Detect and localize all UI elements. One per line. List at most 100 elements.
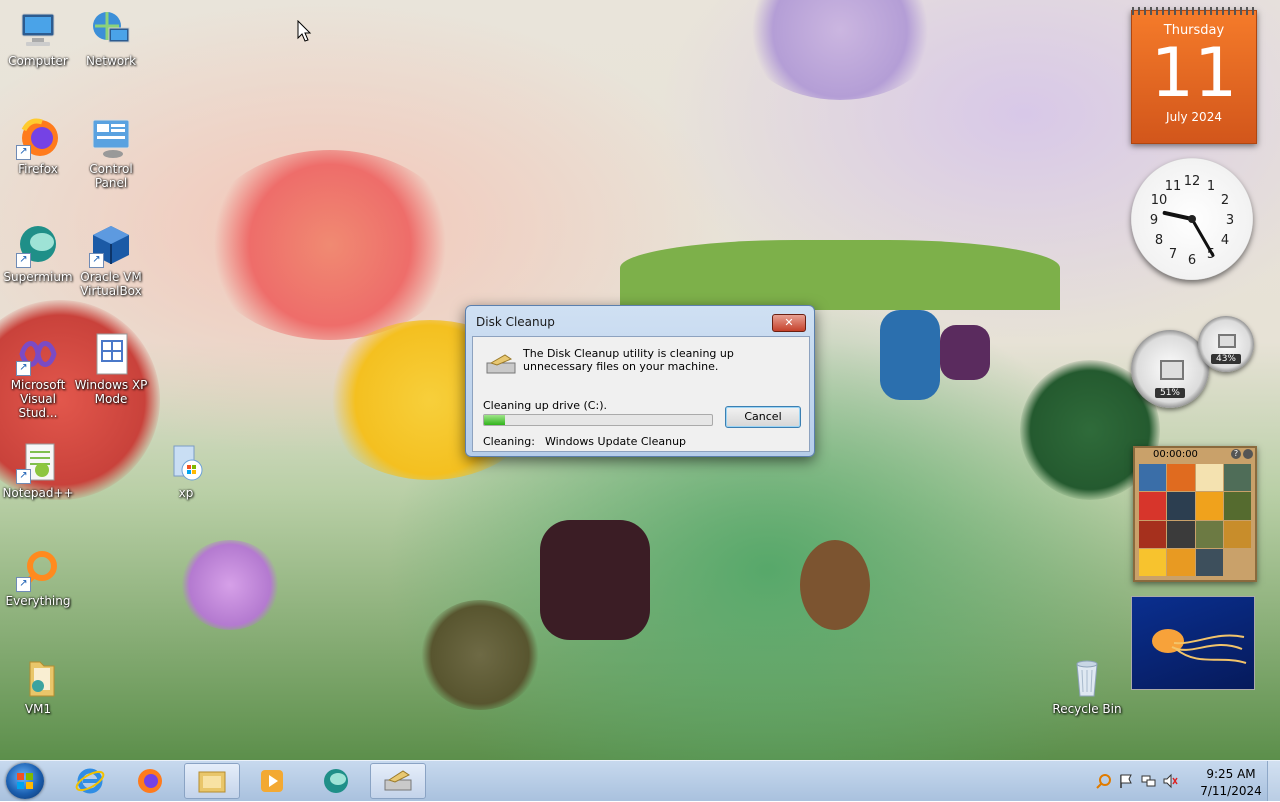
desktop-icon-virtualbox[interactable]: ↗ Oracle VM VirtualBox <box>73 224 149 298</box>
disk-cleanup-icon <box>486 354 516 374</box>
puzzle-tile[interactable] <box>1139 548 1167 576</box>
close-button[interactable]: ✕ <box>772 314 806 332</box>
puzzle-tile[interactable] <box>1167 520 1195 548</box>
puzzle-tile[interactable] <box>1223 464 1251 492</box>
dialog-message: The Disk Cleanup utility is cleaning up … <box>523 347 734 373</box>
memory-gauge-icon <box>1218 334 1236 348</box>
desktop-icon-xp-mode[interactable]: Windows XP Mode <box>73 332 149 406</box>
folder-icon <box>16 656 60 700</box>
puzzle-help-icon[interactable]: ? <box>1231 449 1241 459</box>
desktop-icon-network[interactable]: Network <box>73 8 149 68</box>
clock-hour-hand <box>1162 210 1194 221</box>
ie-icon <box>75 768 105 794</box>
desktop-icon-xp[interactable]: xp <box>148 440 224 500</box>
cpu-percent: 51% <box>1155 388 1185 398</box>
puzzle-tile[interactable] <box>1223 548 1251 576</box>
calendar-gadget[interactable]: Thursday 11 July 2024 <box>1131 7 1257 144</box>
desktop-icon-everything[interactable]: ↗ Everything <box>0 548 76 608</box>
windows-logo-icon <box>17 773 33 789</box>
cleanup-progress-bar <box>483 414 713 426</box>
svg-text:11: 11 <box>1165 179 1182 194</box>
puzzle-tile[interactable] <box>1223 520 1251 548</box>
desktop[interactable]: Computer Network ↗ Firefox Control Panel… <box>0 0 1280 760</box>
taskbar-internet-explorer[interactable] <box>62 763 118 799</box>
svg-text:1: 1 <box>1207 179 1215 194</box>
desktop-icon-vm1[interactable]: VM1 <box>0 656 76 716</box>
svg-text:10: 10 <box>1151 193 1168 208</box>
taskbar-clock[interactable]: 9:25 AM 7/11/2024 <box>1196 767 1266 798</box>
desktop-icon-computer[interactable]: Computer <box>0 8 76 68</box>
puzzle-tile[interactable] <box>1195 548 1223 576</box>
shortcut-arrow-icon: ↗ <box>16 361 31 376</box>
firefox-icon <box>138 769 162 793</box>
show-desktop-button[interactable] <box>1267 761 1280 801</box>
desktop-icon-label: Supermium <box>3 270 73 284</box>
taskbar-file-explorer[interactable] <box>184 763 240 799</box>
clock-date: 7/11/2024 <box>1200 784 1262 798</box>
puzzle-tile[interactable] <box>1139 464 1167 492</box>
supermium-icon: ↗ <box>16 224 60 268</box>
shortcut-arrow-icon: ↗ <box>16 145 31 160</box>
puzzle-tile[interactable] <box>1167 492 1195 520</box>
everything-icon: ↗ <box>16 548 60 592</box>
wallpaper-decoration <box>200 150 460 340</box>
explorer-icon <box>198 771 226 793</box>
desktop-icon-visual-studio[interactable]: ↗ Microsoft Visual Stud... <box>0 332 76 420</box>
disk-cleanup-dialog[interactable]: Disk Cleanup ✕ The Disk Cleanup utility … <box>465 305 815 457</box>
system-tray <box>1096 761 1178 801</box>
firefox-icon: ↗ <box>16 116 60 160</box>
puzzle-tile[interactable] <box>1223 492 1251 520</box>
desktop-icon-notepadpp[interactable]: ↗ Notepad++ <box>0 440 76 500</box>
puzzle-tile[interactable] <box>1195 492 1223 520</box>
volume-muted-icon[interactable] <box>1162 773 1178 789</box>
cleaning-status: Cleaning: Windows Update Cleanup <box>483 435 686 448</box>
clock-gadget[interactable]: 1212 345 678 91011 <box>1131 158 1253 280</box>
wallpaper-decoration <box>940 325 990 380</box>
media-player-icon <box>261 770 283 792</box>
notepadpp-icon: ↗ <box>16 440 60 484</box>
desktop-icon-label: VM1 <box>24 702 52 716</box>
cleaning-label: Cleaning: <box>483 435 535 448</box>
puzzle-tile[interactable] <box>1167 548 1195 576</box>
dialog-title: Disk Cleanup <box>476 315 555 329</box>
cleaning-item: Windows Update Cleanup <box>544 435 687 448</box>
action-center-flag-icon[interactable] <box>1118 773 1134 789</box>
taskbar-firefox[interactable] <box>122 763 178 799</box>
desktop-icon-label: Recycle Bin <box>1052 702 1122 716</box>
taskbar-supermium[interactable] <box>308 763 364 799</box>
puzzle-tile[interactable] <box>1139 520 1167 548</box>
wallpaper-decoration <box>180 540 280 630</box>
puzzle-tile[interactable] <box>1195 520 1223 548</box>
desktop-icon-label: Firefox <box>18 162 58 176</box>
control-panel-icon <box>89 116 133 160</box>
puzzle-tile[interactable] <box>1139 492 1167 520</box>
search-tray-icon[interactable] <box>1096 773 1112 789</box>
desktop-icon-control-panel[interactable]: Control Panel <box>73 116 149 190</box>
taskbar-disk-cleanup[interactable] <box>370 763 426 799</box>
puzzle-shuffle-icon[interactable] <box>1243 449 1253 459</box>
desktop-icon-recycle-bin[interactable]: Recycle Bin <box>1049 656 1125 716</box>
calendar-binding <box>1132 7 1256 15</box>
taskbar-media-player[interactable] <box>244 763 300 799</box>
xp-mode-icon <box>89 332 133 376</box>
network-tray-icon[interactable] <box>1140 773 1156 789</box>
cancel-button[interactable]: Cancel <box>725 406 801 428</box>
puzzle-tile[interactable] <box>1195 464 1223 492</box>
virtualbox-icon: ↗ <box>89 224 133 268</box>
desktop-icon-label: Computer <box>8 54 68 68</box>
start-button[interactable] <box>6 763 44 799</box>
shortcut-arrow-icon: ↗ <box>16 469 31 484</box>
desktop-icon-supermium[interactable]: ↗ Supermium <box>0 224 76 284</box>
puzzle-tile[interactable] <box>1167 464 1195 492</box>
computer-icon <box>16 8 60 52</box>
memory-meter-gadget[interactable]: 43% <box>1198 316 1254 372</box>
picture-puzzle-gadget[interactable]: 00:00:00 ? <box>1133 446 1257 582</box>
desktop-icon-firefox[interactable]: ↗ Firefox <box>0 116 76 176</box>
slideshow-gadget[interactable] <box>1131 596 1255 690</box>
recycle-bin-icon <box>1065 656 1109 700</box>
clock-face: 1212 345 678 91011 <box>1150 174 1234 268</box>
puzzle-tiles <box>1139 464 1251 576</box>
wallpaper-decoration <box>420 600 540 710</box>
svg-text:8: 8 <box>1155 233 1163 248</box>
svg-text:2: 2 <box>1221 193 1229 208</box>
